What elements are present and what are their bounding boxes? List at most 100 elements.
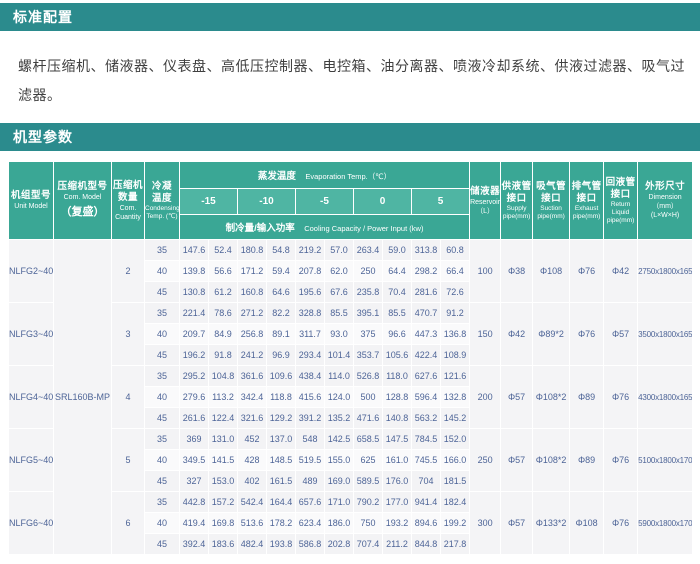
capacity-power-value-cell: 161.0 xyxy=(383,450,412,471)
standard-config-title-text: 标准配置 xyxy=(13,9,73,25)
capacity-power-value-cell: 395.1 xyxy=(354,303,383,324)
capacity-power-value-cell: 171.2 xyxy=(238,261,267,282)
capacity-power-value-cell: 415.6 xyxy=(296,387,325,408)
capacity-power-value-cell: 101.4 xyxy=(325,345,354,366)
capacity-power-value-cell: 625 xyxy=(354,450,383,471)
capacity-power-value-cell: 93.0 xyxy=(325,324,354,345)
capacity-power-value-cell: 59.4 xyxy=(267,261,296,282)
header-cooling-capacity: 制冷量/输入功率 Cooling Capacity / Power Input … xyxy=(180,215,470,240)
capacity-power-value-cell: 250 xyxy=(354,261,383,282)
condensing-temp-cell: 40 xyxy=(145,513,180,534)
capacity-power-value-cell: 113.2 xyxy=(209,387,238,408)
capacity-power-value-cell: 500 xyxy=(354,387,383,408)
capacity-power-value-cell: 142.5 xyxy=(325,429,354,450)
capacity-power-value-cell: 141.5 xyxy=(209,450,238,471)
capacity-power-value-cell: 124.0 xyxy=(325,387,354,408)
com-model-cell: SRL160B-MP xyxy=(54,240,112,555)
condensing-temp-cell: 40 xyxy=(145,324,180,345)
capacity-power-value-cell: 160.8 xyxy=(238,282,267,303)
capacity-power-value-cell: 130.8 xyxy=(180,282,209,303)
capacity-power-value-cell: 193.2 xyxy=(383,513,412,534)
capacity-power-value-cell: 61.2 xyxy=(209,282,238,303)
capacity-power-value-cell: 128.8 xyxy=(383,387,412,408)
capacity-power-value-cell: 153.0 xyxy=(209,471,238,492)
condensing-temp-cell: 45 xyxy=(145,282,180,303)
capacity-power-value-cell: 195.6 xyxy=(296,282,325,303)
capacity-power-value-cell: 135.2 xyxy=(325,408,354,429)
capacity-power-value-cell: 52.4 xyxy=(209,240,238,261)
exhaust-pipe-cell: Φ76 xyxy=(570,240,604,303)
header-temp-minus15: -15 xyxy=(180,189,238,215)
header-exhaust-pipe: 排气管 接口 Exhaust pipe(mm) xyxy=(570,162,604,240)
reservoir-cell: 150 xyxy=(470,303,501,366)
capacity-power-value-cell: 392.4 xyxy=(180,534,209,555)
model-parameters-table-wrapper: 机组型号 Unit Model 压缩机型号 Com. Model （复盛） 压缩… xyxy=(8,161,692,555)
capacity-power-value-cell: 67.6 xyxy=(325,282,354,303)
standard-config-description: 螺杆压缩机、储液器、仪表盘、高低压控制器、电控箱、油分离器、喷液冷却系统、供液过… xyxy=(18,52,686,110)
capacity-power-value-cell: 489 xyxy=(296,471,325,492)
capacity-power-value-cell: 311.7 xyxy=(296,324,325,345)
capacity-power-value-cell: 169.8 xyxy=(209,513,238,534)
capacity-power-value-cell: 56.6 xyxy=(209,261,238,282)
capacity-power-value-cell: 281.6 xyxy=(412,282,441,303)
capacity-power-value-cell: 513.6 xyxy=(238,513,267,534)
condensing-temp-cell: 35 xyxy=(145,240,180,261)
capacity-power-value-cell: 941.4 xyxy=(412,492,441,513)
capacity-power-value-cell: 219.2 xyxy=(296,240,325,261)
capacity-power-value-cell: 147.6 xyxy=(180,240,209,261)
capacity-power-value-cell: 137.0 xyxy=(267,429,296,450)
capacity-power-value-cell: 745.5 xyxy=(412,450,441,471)
capacity-power-value-cell: 321.6 xyxy=(238,408,267,429)
unit-model-cell: NLFG3~40 xyxy=(9,303,54,366)
com-quantity-cell: 5 xyxy=(112,429,145,492)
capacity-power-value-cell: 161.5 xyxy=(267,471,296,492)
capacity-power-value-cell: 563.2 xyxy=(412,408,441,429)
capacity-power-value-cell: 57.0 xyxy=(325,240,354,261)
capacity-power-value-cell: 155.0 xyxy=(325,450,354,471)
com-quantity-cell: 2 xyxy=(112,240,145,303)
capacity-power-value-cell: 428 xyxy=(238,450,267,471)
supply-pipe-cell: Φ42 xyxy=(501,303,533,366)
capacity-power-value-cell: 108.9 xyxy=(441,345,470,366)
capacity-power-value-cell: 91.8 xyxy=(209,345,238,366)
capacity-power-value-cell: 402 xyxy=(238,471,267,492)
capacity-power-value-cell: 96.6 xyxy=(383,324,412,345)
capacity-power-value-cell: 627.6 xyxy=(412,366,441,387)
capacity-power-value-cell: 470.7 xyxy=(412,303,441,324)
header-return-liquid-pipe: 回液管 接口 Return Liquid pipe(mm) xyxy=(604,162,638,240)
capacity-power-value-cell: 129.2 xyxy=(267,408,296,429)
capacity-power-value-cell: 526.8 xyxy=(354,366,383,387)
capacity-power-value-cell: 122.4 xyxy=(209,408,238,429)
reservoir-cell: 100 xyxy=(470,240,501,303)
return-liquid-pipe-cell: Φ42 xyxy=(604,240,638,303)
section-title-standard-config: 标准配置 xyxy=(0,3,700,31)
suction-pipe-cell: Φ89*2 xyxy=(533,303,570,366)
capacity-power-value-cell: 211.2 xyxy=(383,534,412,555)
header-suction-pipe: 吸气管 接口 Suction pipe(mm) xyxy=(533,162,570,240)
com-quantity-cell: 6 xyxy=(112,492,145,555)
capacity-power-value-cell: 62.0 xyxy=(325,261,354,282)
capacity-power-value-cell: 121.6 xyxy=(441,366,470,387)
condensing-temp-cell: 45 xyxy=(145,408,180,429)
capacity-power-value-cell: 136.8 xyxy=(441,324,470,345)
unit-model-cell: NLFG6~40 xyxy=(9,492,54,555)
suction-pipe-cell: Φ133*2 xyxy=(533,492,570,555)
capacity-power-value-cell: 89.1 xyxy=(267,324,296,345)
capacity-power-value-cell: 328.8 xyxy=(296,303,325,324)
return-liquid-pipe-cell: Φ76 xyxy=(604,492,638,555)
supply-pipe-cell: Φ38 xyxy=(501,240,533,303)
dimension-cell: 5900x1800x1700 xyxy=(638,492,693,555)
condensing-temp-cell: 35 xyxy=(145,492,180,513)
capacity-power-value-cell: 104.8 xyxy=(209,366,238,387)
header-temp-minus5: -5 xyxy=(296,189,354,215)
condensing-temp-cell: 45 xyxy=(145,345,180,366)
exhaust-pipe-cell: Φ89 xyxy=(570,429,604,492)
capacity-power-value-cell: 361.6 xyxy=(238,366,267,387)
capacity-power-value-cell: 196.2 xyxy=(180,345,209,366)
capacity-power-value-cell: 844.8 xyxy=(412,534,441,555)
dimension-cell: 4300x1800x1650 xyxy=(638,366,693,429)
capacity-power-value-cell: 152.0 xyxy=(441,429,470,450)
reservoir-cell: 300 xyxy=(470,492,501,555)
header-supply-pipe: 供液管 接口 Supply pipe(mm) xyxy=(501,162,533,240)
reservoir-cell: 200 xyxy=(470,366,501,429)
